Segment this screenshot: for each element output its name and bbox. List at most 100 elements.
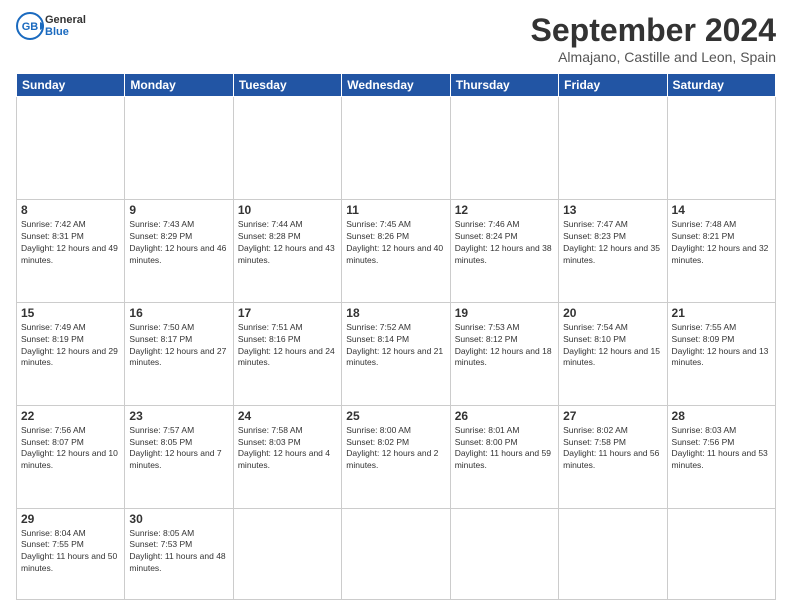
empty-cell (342, 97, 450, 200)
day-info: Sunrise: 7:43 AMSunset: 8:29 PMDaylight:… (129, 219, 228, 267)
weekday-header-tuesday: Tuesday (233, 74, 341, 97)
weekday-header-monday: Monday (125, 74, 233, 97)
sunrise-text: Sunrise: 7:42 AM (21, 219, 86, 229)
weekday-header-wednesday: Wednesday (342, 74, 450, 97)
weekday-header-saturday: Saturday (667, 74, 775, 97)
weekday-header-thursday: Thursday (450, 74, 558, 97)
sunset-text: Sunset: 8:05 PM (129, 437, 192, 447)
daylight-text: Daylight: 12 hours and 24 minutes. (238, 346, 335, 368)
day-number: 27 (563, 409, 662, 423)
empty-cell (342, 508, 450, 600)
day-cell-30: 30Sunrise: 8:05 AMSunset: 7:53 PMDayligh… (125, 508, 233, 600)
daylight-text: Daylight: 12 hours and 13 minutes. (672, 346, 769, 368)
logo-general: General (45, 14, 86, 26)
empty-cell (559, 97, 667, 200)
sunrise-text: Sunrise: 7:45 AM (346, 219, 411, 229)
day-cell-13: 13Sunrise: 7:47 AMSunset: 8:23 PMDayligh… (559, 199, 667, 302)
day-cell-14: 14Sunrise: 7:48 AMSunset: 8:21 PMDayligh… (667, 199, 775, 302)
sunset-text: Sunset: 8:00 PM (455, 437, 518, 447)
title-block: September 2024 Almajano, Castille and Le… (531, 12, 776, 65)
sunset-text: Sunset: 8:31 PM (21, 231, 84, 241)
day-info: Sunrise: 7:45 AM Sunset: 8:26 PM Daylight:… (346, 219, 445, 267)
sunrise-text: Sunrise: 7:57 AM (129, 425, 194, 435)
sunset-text: Sunset: 8:23 PM (563, 231, 626, 241)
sunset-text: Sunset: 8:17 PM (129, 334, 192, 344)
sunrise-text: Sunrise: 7:48 AM (672, 219, 737, 229)
daylight-text: Daylight: 12 hours and 49 minutes. (21, 243, 118, 265)
daylight-text: Daylight: 12 hours and 32 minutes. (672, 243, 769, 265)
logo-blue: Blue (45, 26, 86, 38)
sunrise-text: Sunrise: 7:50 AM (129, 322, 194, 332)
sunset-text: Sunset: 7:58 PM (563, 437, 626, 447)
sunrise-text: Sunrise: 7:56 AM (21, 425, 86, 435)
day-number: 12 (455, 203, 554, 217)
sunset-text: Sunset: 7:56 PM (672, 437, 735, 447)
sunset-text: Sunset: 8:07 PM (21, 437, 84, 447)
day-number: 11 (346, 203, 445, 217)
day-info: Sunrise: 7:53 AMSunset: 8:12 PMDaylight:… (455, 322, 554, 370)
day-info: Sunrise: 8:01 AMSunset: 8:00 PMDaylight:… (455, 425, 554, 473)
sunset-text: Sunset: 8:10 PM (563, 334, 626, 344)
sunset-text: Sunset: 8:29 PM (129, 231, 192, 241)
daylight-text: Daylight: 11 hours and 48 minutes. (129, 551, 225, 573)
daylight-text: Daylight: 12 hours and 38 minutes. (455, 243, 552, 265)
day-number: 16 (129, 306, 228, 320)
day-number: 24 (238, 409, 337, 423)
sunset-text: Sunset: 8:03 PM (238, 437, 301, 447)
day-info: Sunrise: 7:55 AMSunset: 8:09 PMDaylight:… (672, 322, 771, 370)
day-cell-20: 20Sunrise: 7:54 AMSunset: 8:10 PMDayligh… (559, 302, 667, 405)
sunrise-text: Sunrise: 8:01 AM (455, 425, 520, 435)
weekday-header-friday: Friday (559, 74, 667, 97)
day-cell-23: 23Sunrise: 7:57 AMSunset: 8:05 PMDayligh… (125, 405, 233, 508)
day-info: Sunrise: 8:00 AMSunset: 8:02 PMDaylight:… (346, 425, 445, 473)
empty-cell (450, 97, 558, 200)
sunrise-text: Sunrise: 7:54 AM (563, 322, 628, 332)
sunrise-text: Sunrise: 7:53 AM (455, 322, 520, 332)
sunset-text: Sunset: 8:26 PM (346, 231, 409, 241)
day-cell-8: 8 Sunrise: 7:42 AM Sunset: 8:31 PM Daylight… (17, 199, 125, 302)
sunrise-text: Sunrise: 8:02 AM (563, 425, 628, 435)
day-number: 25 (346, 409, 445, 423)
day-cell-11: 11 Sunrise: 7:45 AM Sunset: 8:26 PM Dayligh… (342, 199, 450, 302)
daylight-text: Daylight: 12 hours and 40 minutes. (346, 243, 443, 265)
daylight-text: Daylight: 11 hours and 56 minutes. (563, 448, 659, 470)
empty-cell (667, 508, 775, 600)
empty-cell (667, 97, 775, 200)
day-info: Sunrise: 8:04 AMSunset: 7:55 PMDaylight:… (21, 528, 120, 576)
day-number: 8 (21, 203, 120, 217)
day-info: Sunrise: 8:03 AMSunset: 7:56 PMDaylight:… (672, 425, 771, 473)
sunset-text: Sunset: 7:53 PM (129, 539, 192, 549)
day-cell-12: 12Sunrise: 7:46 AMSunset: 8:24 PMDayligh… (450, 199, 558, 302)
empty-cell (233, 97, 341, 200)
day-info: Sunrise: 7:57 AMSunset: 8:05 PMDaylight:… (129, 425, 228, 473)
sunset-text: Sunset: 8:16 PM (238, 334, 301, 344)
logo: GB General Blue (16, 12, 86, 40)
sunrise-text: Sunrise: 7:52 AM (346, 322, 411, 332)
empty-cell (233, 508, 341, 600)
daylight-text: Daylight: 11 hours and 53 minutes. (672, 448, 768, 470)
day-cell-21: 21Sunrise: 7:55 AMSunset: 8:09 PMDayligh… (667, 302, 775, 405)
day-number: 10 (238, 203, 337, 217)
day-info: Sunrise: 7:42 AM Sunset: 8:31 PM Daylight:… (21, 219, 120, 267)
day-info: Sunrise: 7:44 AMSunset: 8:28 PMDaylight:… (238, 219, 337, 267)
sunrise-text: Sunrise: 7:58 AM (238, 425, 303, 435)
empty-cell (450, 508, 558, 600)
empty-cell (125, 97, 233, 200)
svg-text:GB: GB (22, 21, 39, 33)
day-info: Sunrise: 7:48 AMSunset: 8:21 PMDaylight:… (672, 219, 771, 267)
calendar-table: SundayMondayTuesdayWednesdayThursdayFrid… (16, 73, 776, 600)
empty-cell (559, 508, 667, 600)
daylight-text: Daylight: 12 hours and 18 minutes. (455, 346, 552, 368)
day-number: 26 (455, 409, 554, 423)
empty-cell (17, 97, 125, 200)
sunrise-text: Sunrise: 7:46 AM (455, 219, 520, 229)
daylight-text: Daylight: 12 hours and 35 minutes. (563, 243, 660, 265)
day-info: Sunrise: 7:51 AMSunset: 8:16 PMDaylight:… (238, 322, 337, 370)
day-cell-9: 9Sunrise: 7:43 AMSunset: 8:29 PMDaylight… (125, 199, 233, 302)
day-number: 18 (346, 306, 445, 320)
day-number: 15 (21, 306, 120, 320)
day-cell-10: 10 Sunrise: 7:44 AMSunset: 8:28 PMDayligh… (233, 199, 341, 302)
daylight-text: Daylight: 12 hours and 15 minutes. (563, 346, 660, 368)
day-cell-29: 29Sunrise: 8:04 AMSunset: 7:55 PMDayligh… (17, 508, 125, 600)
daylight-text: Daylight: 11 hours and 50 minutes. (21, 551, 117, 573)
